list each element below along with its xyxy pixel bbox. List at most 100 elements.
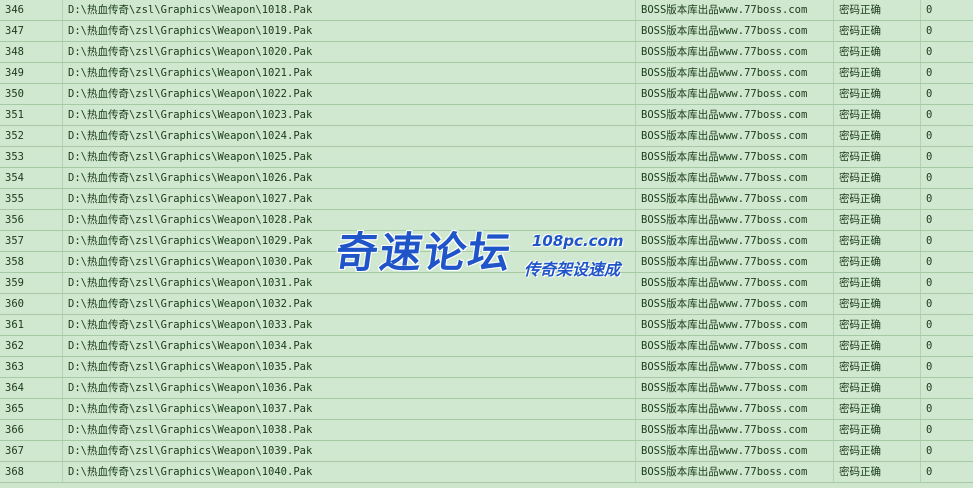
row-id-cell: 353 <box>5 151 24 163</box>
row-status-cell: 密码正确 <box>833 378 920 398</box>
row-flag-cell: 0 <box>920 105 973 125</box>
table-row[interactable]: 354 D:\热血传奇\zsl\Graphics\Weapon\1026.Pak B… <box>0 168 973 189</box>
row-status-cell: 密码正确 <box>833 126 920 146</box>
table-row[interactable]: 361 D:\热血传奇\zsl\Graphics\Weapon\1033.Pak B… <box>0 315 973 336</box>
row-status-cell: 密码正确 <box>833 168 920 188</box>
row-source-cell: BOSS版本库出品www.77boss.com <box>635 84 833 104</box>
row-source-cell: BOSS版本库出品www.77boss.com <box>635 0 833 20</box>
table-row[interactable]: 349 D:\热血传奇\zsl\Graphics\Weapon\1021.Pak B… <box>0 63 973 84</box>
table-row[interactable]: 362 D:\热血传奇\zsl\Graphics\Weapon\1034.Pak B… <box>0 336 973 357</box>
row-id-cell: 355 <box>5 193 24 205</box>
row-source-cell: BOSS版本库出品www.77boss.com <box>635 168 833 188</box>
table-row[interactable]: 356 D:\热血传奇\zsl\Graphics\Weapon\1028.Pak B… <box>0 210 973 231</box>
table-row[interactable]: 360 D:\热血传奇\zsl\Graphics\Weapon\1032.Pak B… <box>0 294 973 315</box>
row-id-cell: 361 <box>5 319 24 331</box>
table-row[interactable]: 366 D:\热血传奇\zsl\Graphics\Weapon\1038.Pak B… <box>0 420 973 441</box>
row-path-cell: D:\热血传奇\zsl\Graphics\Weapon\1036.Pak <box>62 378 635 398</box>
row-path-cell: D:\热血传奇\zsl\Graphics\Weapon\1021.Pak <box>62 63 635 83</box>
row-status-cell: 密码正确 <box>833 231 920 251</box>
table-row[interactable]: 367 D:\热血传奇\zsl\Graphics\Weapon\1039.Pak B… <box>0 441 973 462</box>
row-flag-cell: 0 <box>920 252 973 272</box>
row-status-cell: 密码正确 <box>833 21 920 41</box>
row-id-cell: 352 <box>5 130 24 142</box>
table-row[interactable]: 364 D:\热血传奇\zsl\Graphics\Weapon\1036.Pak B… <box>0 378 973 399</box>
row-path-cell: D:\热血传奇\zsl\Graphics\Weapon\1023.Pak <box>62 105 635 125</box>
table-row[interactable]: 353 D:\热血传奇\zsl\Graphics\Weapon\1025.Pak B… <box>0 147 973 168</box>
row-path-cell: D:\热血传奇\zsl\Graphics\Weapon\1019.Pak <box>62 21 635 41</box>
row-path-cell: D:\热血传奇\zsl\Graphics\Weapon\1025.Pak <box>62 147 635 167</box>
row-source-cell: BOSS版本库出品www.77boss.com <box>635 147 833 167</box>
row-status-cell: 密码正确 <box>833 336 920 356</box>
row-path-cell: D:\热血传奇\zsl\Graphics\Weapon\1040.Pak <box>62 462 635 482</box>
row-status-cell: 密码正确 <box>833 0 920 20</box>
table-row[interactable]: 368 D:\热血传奇\zsl\Graphics\Weapon\1040.Pak B… <box>0 462 973 483</box>
row-status-cell: 密码正确 <box>833 105 920 125</box>
row-flag-cell: 0 <box>920 462 973 482</box>
row-flag-cell: 0 <box>920 168 973 188</box>
row-status-cell: 密码正确 <box>833 63 920 83</box>
row-id-cell: 348 <box>5 46 24 58</box>
table-row[interactable]: 365 D:\热血传奇\zsl\Graphics\Weapon\1037.Pak B… <box>0 399 973 420</box>
row-source-cell: BOSS版本库出品www.77boss.com <box>635 105 833 125</box>
row-source-cell: BOSS版本库出品www.77boss.com <box>635 294 833 314</box>
table-row[interactable]: 346 D:\热血传奇\zsl\Graphics\Weapon\1018.Pak B… <box>0 0 973 21</box>
row-flag-cell: 0 <box>920 378 973 398</box>
row-path-cell: D:\热血传奇\zsl\Graphics\Weapon\1030.Pak <box>62 252 635 272</box>
row-flag-cell: 0 <box>920 147 973 167</box>
row-flag-cell: 0 <box>920 420 973 440</box>
row-source-cell: BOSS版本库出品www.77boss.com <box>635 336 833 356</box>
row-id-cell: 367 <box>5 445 24 457</box>
row-status-cell: 密码正确 <box>833 315 920 335</box>
row-source-cell: BOSS版本库出品www.77boss.com <box>635 399 833 419</box>
row-path-cell: D:\热血传奇\zsl\Graphics\Weapon\1018.Pak <box>62 0 635 20</box>
row-id-cell: 356 <box>5 214 24 226</box>
row-id-cell: 360 <box>5 298 24 310</box>
row-path-cell: D:\热血传奇\zsl\Graphics\Weapon\1022.Pak <box>62 84 635 104</box>
row-id-cell: 349 <box>5 67 24 79</box>
row-source-cell: BOSS版本库出品www.77boss.com <box>635 273 833 293</box>
table-row[interactable]: 348 D:\热血传奇\zsl\Graphics\Weapon\1020.Pak B… <box>0 42 973 63</box>
table-row[interactable]: 347 D:\热血传奇\zsl\Graphics\Weapon\1019.Pak B… <box>0 21 973 42</box>
table-row[interactable]: 363 D:\热血传奇\zsl\Graphics\Weapon\1035.Pak B… <box>0 357 973 378</box>
row-flag-cell: 0 <box>920 63 973 83</box>
row-id-cell: 347 <box>5 25 24 37</box>
row-source-cell: BOSS版本库出品www.77boss.com <box>635 126 833 146</box>
row-source-cell: BOSS版本库出品www.77boss.com <box>635 315 833 335</box>
row-flag-cell: 0 <box>920 231 973 251</box>
row-flag-cell: 0 <box>920 399 973 419</box>
table-row[interactable]: 350 D:\热血传奇\zsl\Graphics\Weapon\1022.Pak B… <box>0 84 973 105</box>
row-path-cell: D:\热血传奇\zsl\Graphics\Weapon\1027.Pak <box>62 189 635 209</box>
row-source-cell: BOSS版本库出品www.77boss.com <box>635 63 833 83</box>
row-source-cell: BOSS版本库出品www.77boss.com <box>635 378 833 398</box>
row-path-cell: D:\热血传奇\zsl\Graphics\Weapon\1037.Pak <box>62 399 635 419</box>
row-id-cell: 362 <box>5 340 24 352</box>
row-flag-cell: 0 <box>920 273 973 293</box>
row-id-cell: 358 <box>5 256 24 268</box>
row-id-cell: 363 <box>5 361 24 373</box>
row-source-cell: BOSS版本库出品www.77boss.com <box>635 252 833 272</box>
table-row[interactable]: 355 D:\热血传奇\zsl\Graphics\Weapon\1027.Pak B… <box>0 189 973 210</box>
row-id-cell: 368 <box>5 466 24 478</box>
row-id-cell: 359 <box>5 277 24 289</box>
row-flag-cell: 0 <box>920 189 973 209</box>
row-source-cell: BOSS版本库出品www.77boss.com <box>635 210 833 230</box>
row-id-cell: 350 <box>5 88 24 100</box>
row-flag-cell: 0 <box>920 84 973 104</box>
table-row[interactable]: 351 D:\热血传奇\zsl\Graphics\Weapon\1023.Pak B… <box>0 105 973 126</box>
data-grid: 346 D:\热血传奇\zsl\Graphics\Weapon\1018.Pak B… <box>0 0 973 488</box>
row-source-cell: BOSS版本库出品www.77boss.com <box>635 462 833 482</box>
table-row[interactable]: 358 D:\热血传奇\zsl\Graphics\Weapon\1030.Pak B… <box>0 252 973 273</box>
row-status-cell: 密码正确 <box>833 210 920 230</box>
row-status-cell: 密码正确 <box>833 462 920 482</box>
table-row[interactable]: 352 D:\热血传奇\zsl\Graphics\Weapon\1024.Pak B… <box>0 126 973 147</box>
row-status-cell: 密码正确 <box>833 399 920 419</box>
table-row[interactable]: 357 D:\热血传奇\zsl\Graphics\Weapon\1029.Pak B… <box>0 231 973 252</box>
row-flag-cell: 0 <box>920 315 973 335</box>
table-row[interactable]: 359 D:\热血传奇\zsl\Graphics\Weapon\1031.Pak B… <box>0 273 973 294</box>
row-source-cell: BOSS版本库出品www.77boss.com <box>635 357 833 377</box>
row-path-cell: D:\热血传奇\zsl\Graphics\Weapon\1031.Pak <box>62 273 635 293</box>
row-id-cell: 351 <box>5 109 24 121</box>
row-flag-cell: 0 <box>920 42 973 62</box>
row-status-cell: 密码正确 <box>833 420 920 440</box>
row-status-cell: 密码正确 <box>833 252 920 272</box>
